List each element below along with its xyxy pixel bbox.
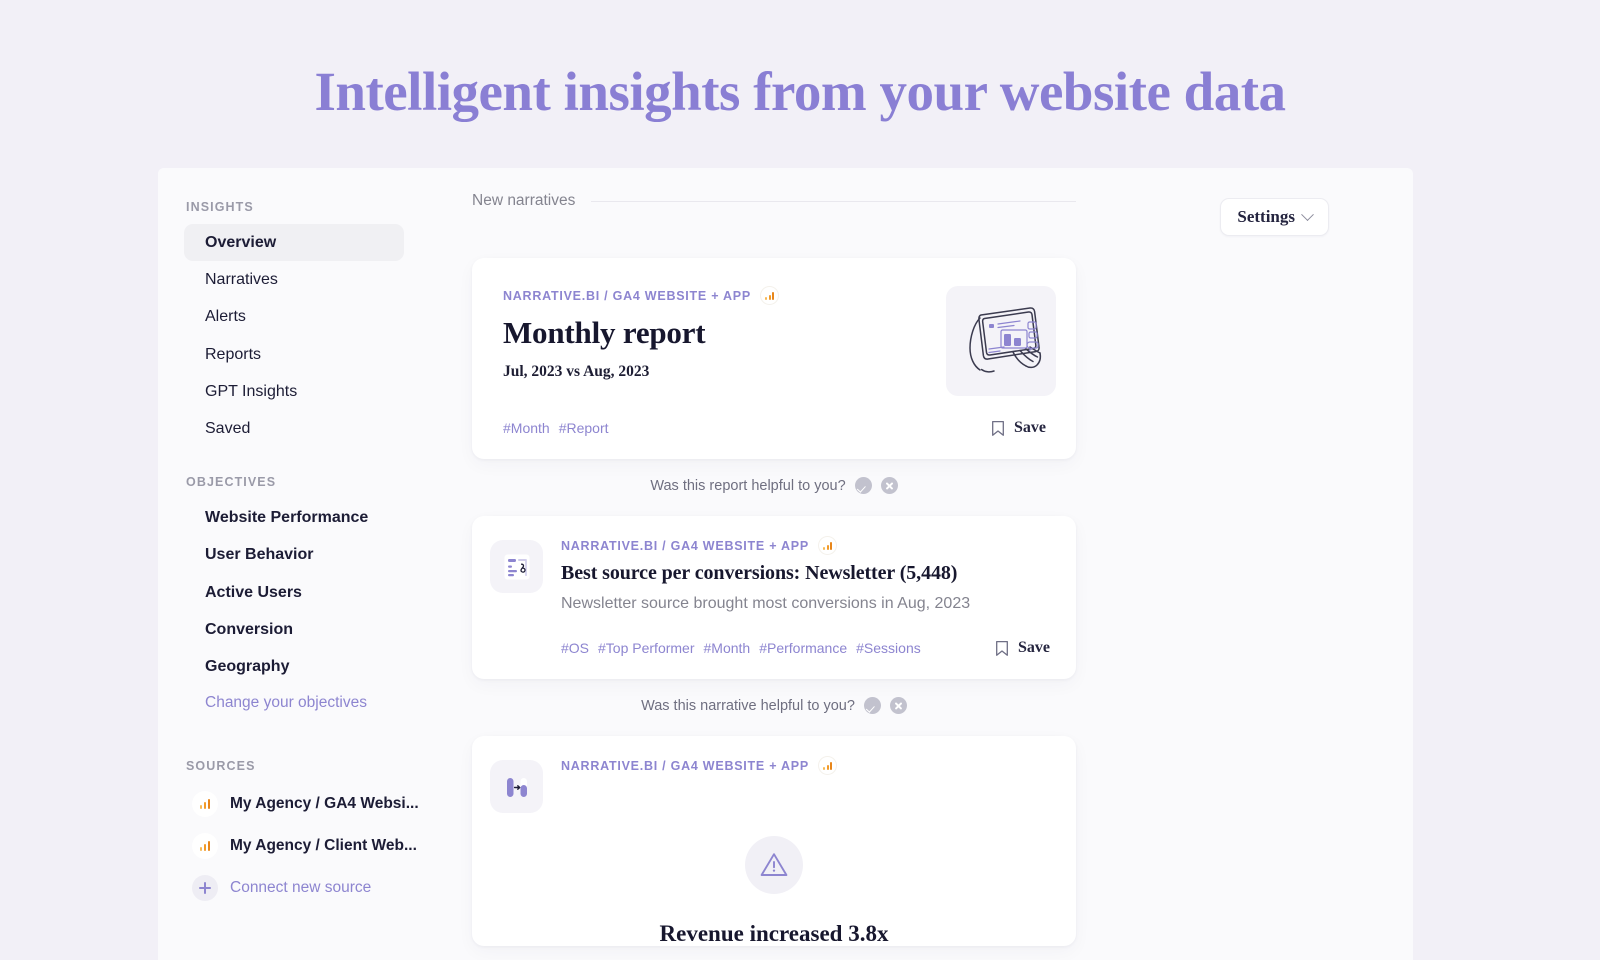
sidebar-item-label: Reports <box>205 345 262 363</box>
hand-holding-tablet-illustration <box>946 286 1056 396</box>
sidebar-item-label: Active Users <box>205 583 302 601</box>
card-footer: #OS #Top Performer #Month #Performance #… <box>561 639 1050 657</box>
page-title: Intelligent insights from your website d… <box>314 61 1286 122</box>
section-header: New narratives <box>472 184 1076 210</box>
bookmark-icon <box>992 420 1004 436</box>
sidebar-item-label: GPT Insights <box>205 382 298 400</box>
sidebar-item-narratives[interactable]: Narratives <box>184 261 404 298</box>
card-body: NARRATIVE.BI / GA4 WEBSITE + APP Best so… <box>561 536 1050 657</box>
narrative-card-revenue[interactable]: NARRATIVE.BI / GA4 WEBSITE + APP Revenue… <box>472 736 1076 946</box>
sidebar: INSIGHTS Overview Narratives Alerts Repo… <box>158 168 426 960</box>
tag-month[interactable]: #Month <box>704 640 751 656</box>
card-source-label: NARRATIVE.BI / GA4 WEBSITE + APP <box>503 288 751 303</box>
bookmark-icon <box>996 640 1008 656</box>
feedback-row-narrative: Was this narrative helpful to you? <box>472 697 1076 714</box>
narrative-card-monthly-report[interactable]: NARRATIVE.BI / GA4 WEBSITE + APP Monthly… <box>472 258 1076 459</box>
ga4-bars-icon <box>818 536 837 555</box>
tag-performance[interactable]: #Performance <box>759 640 847 656</box>
sidebar-item-gpt-insights[interactable]: GPT Insights <box>184 373 404 410</box>
check-circle-icon[interactable] <box>854 477 872 494</box>
card-tags: #Month #Report <box>503 420 609 436</box>
tag-report[interactable]: #Report <box>559 420 609 436</box>
save-button[interactable]: Save <box>995 639 1050 657</box>
main-topbar: New narratives Settings <box>472 184 1383 236</box>
sidebar-item-label: Overview <box>205 234 277 251</box>
tag-os[interactable]: #OS <box>561 640 589 656</box>
sidebar-group-label-insights: INSIGHTS <box>186 200 254 214</box>
card-source-label: NARRATIVE.BI / GA4 WEBSITE + APP <box>561 758 809 773</box>
card-tags: #OS #Top Performer #Month #Performance #… <box>561 640 921 656</box>
sidebar-item-label: Website Performance <box>205 509 369 527</box>
card-source-eyebrow: NARRATIVE.BI / GA4 WEBSITE + APP <box>561 536 1050 555</box>
ga4-bars-icon <box>760 286 779 305</box>
article-insight-icon <box>490 540 543 593</box>
card-title: Best source per conversions: Newsletter … <box>561 562 958 584</box>
change-objectives-link[interactable]: Change your objectives <box>184 685 404 721</box>
section-divider <box>591 200 1076 202</box>
tag-month[interactable]: #Month <box>503 420 550 436</box>
app-window: INSIGHTS Overview Narratives Alerts Repo… <box>158 168 1413 960</box>
card-description: Newsletter source brought most conversio… <box>561 595 971 612</box>
sidebar-item-overview[interactable]: Overview <box>184 224 404 262</box>
card-source-label: NARRATIVE.BI / GA4 WEBSITE + APP <box>561 538 809 553</box>
save-button[interactable]: Save <box>991 419 1046 437</box>
source-label: My Agency / Client Web... <box>230 837 417 855</box>
card-highlight: Revenue increased 3.8x <box>472 836 1076 946</box>
main-content: New narratives Settings NARRATIVE.BI / G… <box>426 168 1413 960</box>
tag-sessions[interactable]: #Sessions <box>856 640 921 656</box>
feedback-question: Was this narrative helpful to you? <box>641 697 855 714</box>
sidebar-item-website-performance[interactable]: Website Performance <box>184 499 404 536</box>
ga4-bars-icon <box>192 791 218 818</box>
sidebar-item-geography[interactable]: Geography <box>184 648 404 685</box>
sidebar-item-label: Geography <box>205 657 290 675</box>
check-circle-icon[interactable] <box>863 697 881 714</box>
section-header-label: New narratives <box>472 192 576 209</box>
sidebar-group-label-objectives: OBJECTIVES <box>186 475 277 490</box>
sidebar-source-ga4-website[interactable]: My Agency / GA4 Websi... <box>184 783 419 825</box>
settings-label: Settings <box>1237 207 1295 226</box>
save-label: Save <box>1018 639 1050 656</box>
sidebar-item-reports[interactable]: Reports <box>184 336 404 373</box>
sidebar-item-alerts[interactable]: Alerts <box>184 298 404 335</box>
sidebar-item-label: Saved <box>205 419 251 437</box>
ga4-bars-icon <box>818 756 837 775</box>
narrative-card-best-source[interactable]: NARRATIVE.BI / GA4 WEBSITE + APP Best so… <box>472 516 1076 679</box>
sidebar-item-label: Alerts <box>205 308 246 326</box>
source-label: My Agency / GA4 Websi... <box>230 795 419 813</box>
sidebar-item-saved[interactable]: Saved <box>184 410 404 447</box>
sidebar-item-label: User Behavior <box>205 546 314 564</box>
warning-triangle-icon <box>745 836 803 894</box>
settings-button[interactable]: Settings <box>1220 198 1329 236</box>
connect-new-source-label: Connect new source <box>230 879 372 897</box>
sidebar-item-active-users[interactable]: Active Users <box>184 574 404 611</box>
x-circle-icon[interactable] <box>889 697 907 714</box>
connect-new-source-button[interactable]: Connect new source <box>184 867 404 909</box>
plus-icon <box>192 875 218 902</box>
x-circle-icon[interactable] <box>880 477 898 494</box>
ga4-bars-icon <box>192 833 218 860</box>
sidebar-item-conversion[interactable]: Conversion <box>184 611 404 648</box>
sidebar-source-client-website[interactable]: My Agency / Client Web... <box>184 825 417 867</box>
sidebar-item-user-behavior[interactable]: User Behavior <box>184 536 404 573</box>
save-label: Save <box>1014 419 1046 436</box>
card-title: Revenue increased 3.8x <box>659 921 889 946</box>
tag-top-performer[interactable]: #Top Performer <box>598 640 694 656</box>
chevron-down-icon <box>1301 207 1314 221</box>
sidebar-item-label: Conversion <box>205 620 294 638</box>
card-footer: #Month #Report Save <box>490 419 1046 437</box>
card-source-eyebrow: NARRATIVE.BI / GA4 WEBSITE + APP <box>561 756 1050 775</box>
feedback-question: Was this report helpful to you? <box>650 477 846 494</box>
sidebar-item-label: Narratives <box>205 271 278 289</box>
comparison-bars-icon <box>490 760 543 813</box>
feedback-row-report: Was this report helpful to you? <box>472 477 1076 494</box>
sidebar-group-label-sources: SOURCES <box>186 759 256 774</box>
